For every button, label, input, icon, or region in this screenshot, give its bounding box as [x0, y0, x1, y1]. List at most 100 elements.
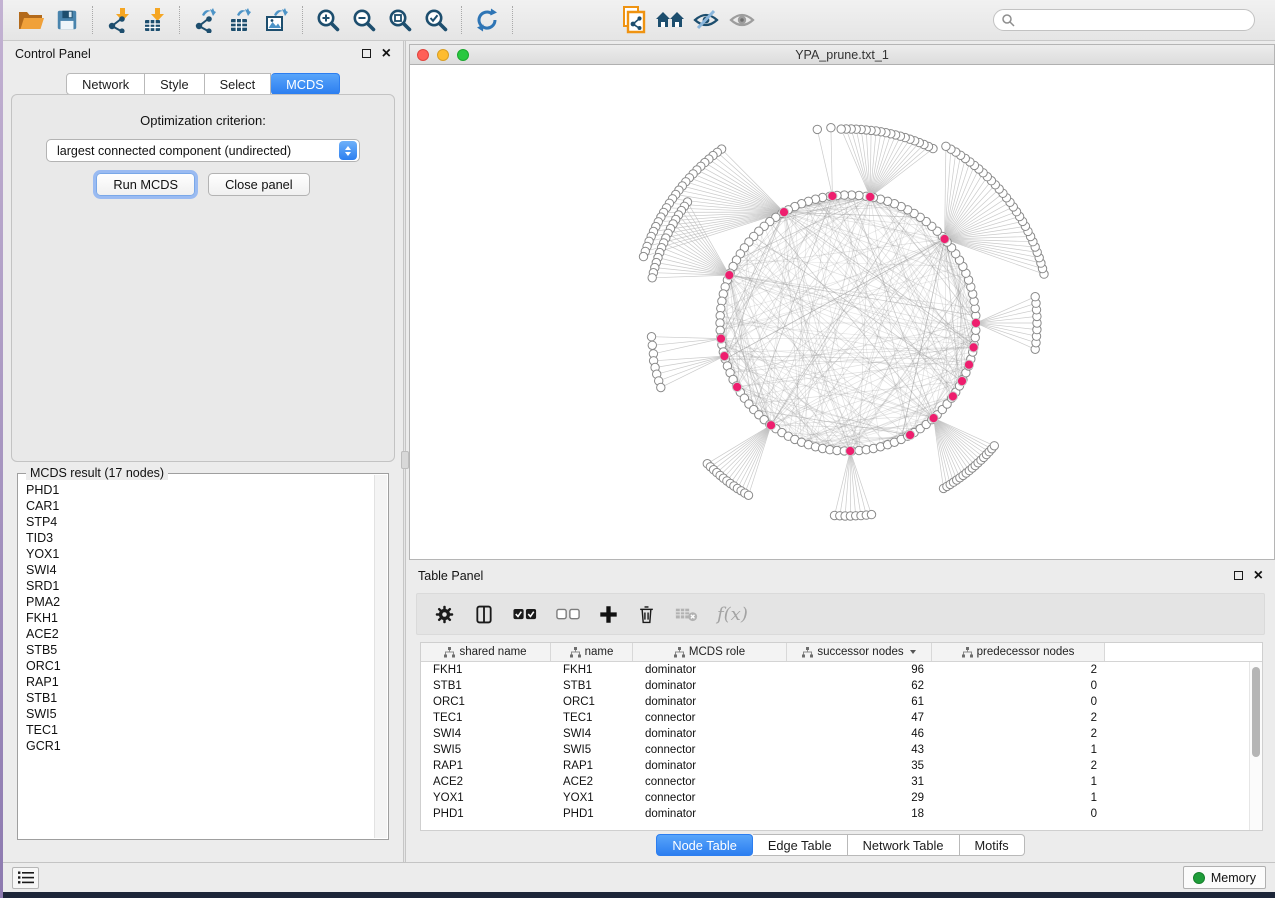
export-image-button[interactable] — [259, 4, 295, 36]
show-all-button[interactable] — [724, 4, 760, 36]
mcds-result-item[interactable]: ACE2 — [19, 626, 374, 642]
table-row[interactable]: YOX1YOX1connector291 — [421, 790, 1262, 806]
export-network-button[interactable] — [187, 4, 223, 36]
open-file-button[interactable] — [13, 4, 49, 36]
mcds-node[interactable] — [846, 446, 855, 455]
run-mcds-button[interactable]: Run MCDS — [96, 173, 195, 196]
mcds-result-item[interactable]: STB5 — [19, 642, 374, 658]
table-row[interactable]: SWI5SWI5connector431 — [421, 742, 1262, 758]
zoom-in-button[interactable] — [310, 4, 346, 36]
first-neighbors-button[interactable] — [652, 4, 688, 36]
deselect-all-button[interactable] — [556, 608, 580, 621]
zoom-fit-button[interactable] — [382, 4, 418, 36]
export-table-button[interactable] — [223, 4, 259, 36]
zoom-out-button[interactable] — [346, 4, 382, 36]
mcds-node[interactable] — [948, 392, 957, 401]
tab-style[interactable]: Style — [145, 73, 204, 95]
table-row[interactable]: SWI4SWI4dominator462 — [421, 726, 1262, 742]
mcds-result-item[interactable]: STB1 — [19, 690, 374, 706]
mcds-node[interactable] — [957, 377, 966, 386]
mcds-node[interactable] — [929, 414, 938, 423]
table-mode-gear-button[interactable] — [434, 604, 455, 625]
column-header-mcds_role[interactable]: MCDS role — [633, 643, 787, 661]
mcds-result-item[interactable]: YOX1 — [19, 546, 374, 562]
memory-button[interactable]: Memory — [1183, 866, 1266, 889]
table-row[interactable]: ORC1ORC1dominator610 — [421, 694, 1262, 710]
mcds-result-item[interactable]: PHD1 — [19, 482, 374, 498]
float-panel-icon[interactable] — [362, 49, 371, 58]
tab-motifs[interactable]: Motifs — [960, 834, 1025, 856]
import-network-button[interactable] — [100, 4, 136, 36]
mcds-result-list[interactable]: PHD1CAR1STP4TID3YOX1SWI4SRD1PMA2FKH1ACE2… — [19, 482, 374, 838]
function-builder-button[interactable]: f(x) — [717, 604, 748, 625]
mcds-result-item[interactable]: PMA2 — [19, 594, 374, 610]
column-header-predecessor_nodes[interactable]: predecessor nodes — [932, 643, 1105, 661]
mcds-node[interactable] — [969, 343, 978, 352]
hide-selected-button[interactable] — [688, 4, 724, 36]
tab-select[interactable]: Select — [205, 73, 272, 95]
optimization-criterion-select[interactable]: largest connected component (undirected) — [46, 139, 360, 162]
table-row[interactable]: TEC1TEC1connector472 — [421, 710, 1262, 726]
save-session-button[interactable] — [49, 4, 85, 36]
mcds-node[interactable] — [725, 271, 734, 280]
mcds-result-item[interactable]: SRD1 — [19, 578, 374, 594]
table-scrollbar[interactable] — [1249, 662, 1262, 830]
mcds-node[interactable] — [964, 360, 973, 369]
network-canvas[interactable] — [410, 65, 1274, 559]
table-row[interactable]: RAP1RAP1dominator352 — [421, 758, 1262, 774]
create-column-button[interactable] — [599, 605, 618, 624]
mcds-node[interactable] — [766, 421, 775, 430]
import-table-button[interactable] — [136, 4, 172, 36]
mcds-result-item[interactable]: SWI5 — [19, 706, 374, 722]
tab-network-table[interactable]: Network Table — [848, 834, 960, 856]
network-graph[interactable] — [410, 65, 1275, 559]
show-task-history-button[interactable] — [12, 867, 39, 889]
search-box[interactable] — [993, 9, 1255, 31]
delete-table-button[interactable] — [675, 606, 698, 622]
houses-icon — [655, 8, 685, 32]
mcds-result-item[interactable]: GCR1 — [19, 738, 374, 754]
mcds-result-item[interactable]: CAR1 — [19, 498, 374, 514]
mcds-node[interactable] — [733, 382, 742, 391]
scrollbar-thumb[interactable] — [1252, 667, 1260, 757]
mcds-node[interactable] — [940, 234, 949, 243]
show-columns-button[interactable] — [474, 604, 494, 625]
mcds-result-item[interactable]: TID3 — [19, 530, 374, 546]
table-row[interactable]: FKH1FKH1dominator962 — [421, 662, 1262, 678]
column-header-successor_nodes[interactable]: successor nodes — [787, 643, 932, 661]
tab-mcds[interactable]: MCDS — [271, 73, 340, 95]
apply-layout-button[interactable] — [469, 4, 505, 36]
tab-edge-table[interactable]: Edge Table — [753, 834, 848, 856]
mcds-node[interactable] — [720, 352, 729, 361]
mcds-result-item[interactable]: STP4 — [19, 514, 374, 530]
zoom-selected-button[interactable] — [418, 4, 454, 36]
select-all-button[interactable] — [513, 608, 537, 621]
clone-network-button[interactable] — [616, 4, 652, 36]
column-header-name[interactable]: name — [551, 643, 633, 661]
mcds-list-scrollbar[interactable] — [374, 475, 387, 838]
mcds-node[interactable] — [716, 334, 725, 343]
close-panel-button[interactable]: Close panel — [208, 173, 310, 196]
search-input[interactable] — [1020, 13, 1247, 27]
mcds-result-item[interactable]: ORC1 — [19, 658, 374, 674]
mcds-node[interactable] — [906, 430, 915, 439]
table-row[interactable]: STB1STB1dominator620 — [421, 678, 1262, 694]
mcds-result-item[interactable]: FKH1 — [19, 610, 374, 626]
mcds-result-item[interactable]: TEC1 — [19, 722, 374, 738]
mcds-result-item[interactable]: RAP1 — [19, 674, 374, 690]
float-panel-icon[interactable] — [1234, 571, 1243, 580]
tab-network[interactable]: Network — [66, 73, 145, 95]
close-panel-icon[interactable]: × — [382, 49, 391, 59]
column-header-shared_name[interactable]: shared name — [421, 643, 551, 661]
tab-node-table[interactable]: Node Table — [656, 834, 753, 856]
mcds-node[interactable] — [828, 191, 837, 200]
close-panel-icon[interactable]: × — [1254, 571, 1263, 581]
mcds-node[interactable] — [866, 192, 875, 201]
mcds-node[interactable] — [971, 318, 980, 327]
mcds-result-item[interactable]: SWI4 — [19, 562, 374, 578]
table-row[interactable]: ACE2ACE2connector311 — [421, 774, 1262, 790]
node-table: shared namenameMCDS rolesuccessor nodesp… — [420, 642, 1263, 831]
mcds-node[interactable] — [779, 208, 788, 217]
delete-columns-button[interactable] — [637, 604, 656, 625]
table-row[interactable]: PHD1PHD1dominator180 — [421, 806, 1262, 822]
